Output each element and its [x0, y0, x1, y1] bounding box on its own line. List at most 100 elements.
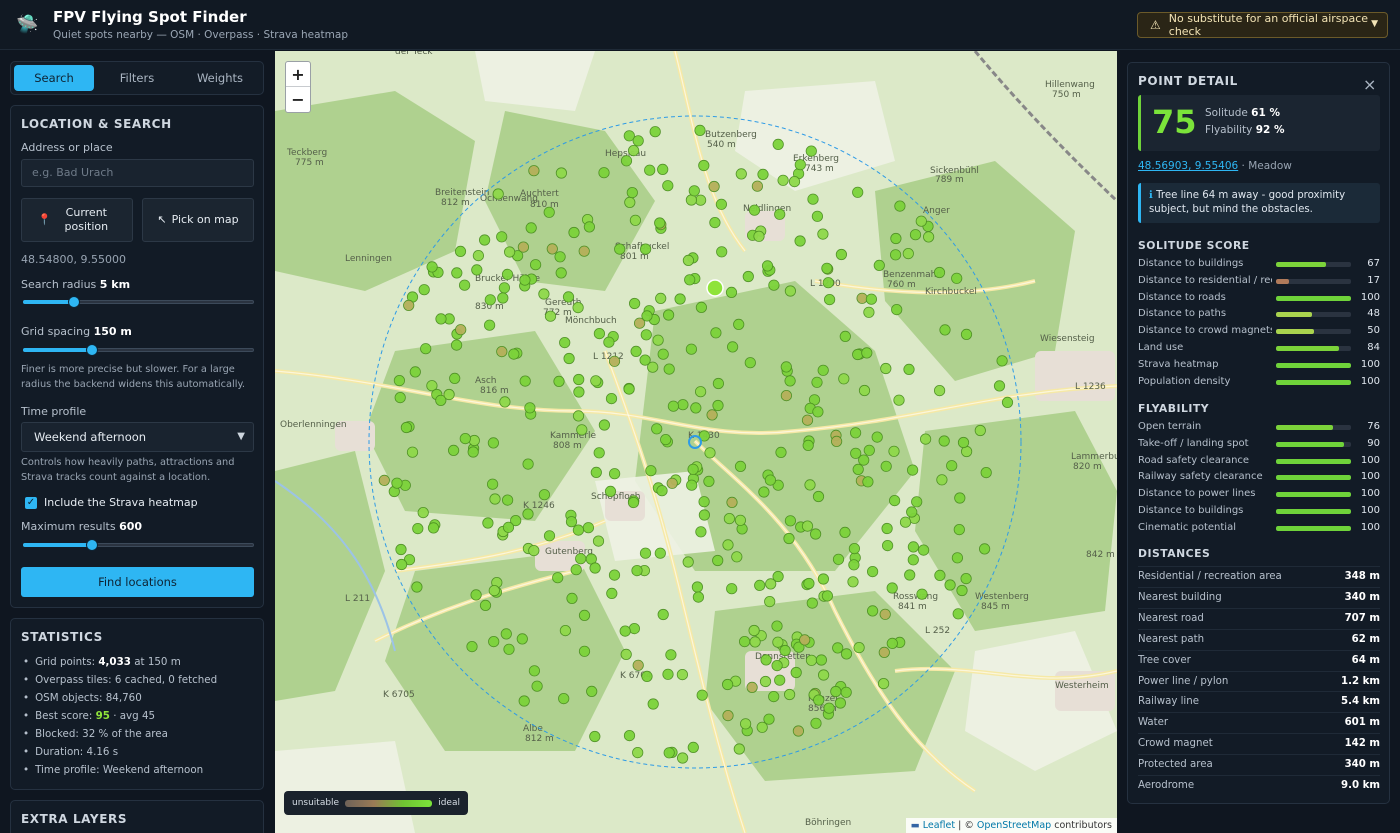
- spot-marker: [631, 564, 643, 577]
- radius-slider[interactable]: [23, 295, 254, 309]
- spot-marker: [632, 746, 644, 759]
- spot-marker: [823, 294, 836, 306]
- address-input[interactable]: e.g. Bad Urach: [21, 159, 254, 187]
- spot-marker: [412, 522, 424, 535]
- spot-marker: [559, 624, 571, 637]
- current-position-button[interactable]: 📍 Current position: [21, 198, 133, 242]
- spot-marker: [409, 366, 421, 378]
- svg-text:L 1236: L 1236: [1075, 382, 1106, 392]
- score-row-bar: [1276, 379, 1351, 385]
- spot-marker: [952, 608, 964, 620]
- spot-marker: [459, 432, 471, 445]
- max-results-label: Maximum results 600: [21, 520, 143, 533]
- info-icon: ℹ: [1149, 190, 1153, 201]
- extra-layers-panel[interactable]: EXTRA LAYERS: [10, 800, 264, 833]
- spot-marker: [856, 292, 868, 304]
- spot-marker: [726, 583, 738, 595]
- spot-marker: [640, 329, 652, 341]
- spot-marker: [848, 542, 861, 555]
- spot-marker: [838, 373, 850, 385]
- airspace-notice-dropdown[interactable]: ⚠ No substitute for an official airspace…: [1137, 12, 1388, 38]
- spot-marker: [628, 297, 641, 310]
- spot-marker: [848, 559, 860, 571]
- spot-marker: [806, 597, 818, 609]
- spot-marker: [889, 249, 902, 261]
- stat-best-score: Best score: 95 · avg 45: [23, 710, 155, 722]
- leaflet-link[interactable]: Leaflet: [923, 820, 955, 831]
- svg-text:Hillenwang: Hillenwang: [1045, 80, 1095, 90]
- spot-marker: [589, 562, 601, 574]
- spot-marker: [903, 363, 915, 375]
- find-locations-button[interactable]: Find locations: [21, 567, 254, 597]
- app-subtitle: Quiet spots nearby — OSM · Overpass · St…: [53, 29, 348, 41]
- spot-marker: [544, 310, 557, 322]
- spot-marker: [938, 435, 950, 447]
- distance-row-value: 340 m: [1344, 591, 1380, 603]
- stat-grid-points: Grid points: 4,033 at 150 m: [23, 656, 181, 668]
- map-canvas[interactable]: der TeckHepsisauButzenberg540 mErkenberg…: [275, 51, 1117, 833]
- svg-text:812 m: 812 m: [441, 198, 470, 208]
- tab-filters[interactable]: Filters: [97, 65, 177, 91]
- map-attribution: ▬ Leaflet | © OpenStreetMap contributors: [905, 818, 1117, 833]
- time-profile-select[interactable]: Weekend afternoon ▼: [21, 422, 254, 452]
- distance-row: Nearest path 62 m: [1138, 628, 1380, 650]
- spot-marker: [890, 232, 902, 245]
- distance-row: Protected area 340 m: [1138, 754, 1380, 775]
- extra-layers-title: EXTRA LAYERS: [21, 812, 128, 826]
- spot-marker: [698, 496, 710, 508]
- spot-marker: [589, 730, 601, 743]
- spot-marker: [771, 620, 783, 632]
- spot-marker: [794, 235, 806, 247]
- grid-slider[interactable]: [23, 343, 254, 357]
- spot-marker: [715, 198, 727, 210]
- distance-row: Water 601 m: [1138, 712, 1380, 733]
- zoom-in-button[interactable]: +: [286, 62, 310, 87]
- spot-marker: [632, 135, 644, 147]
- distance-row-name: Tree cover: [1138, 654, 1191, 666]
- spot-marker: [861, 347, 873, 359]
- score-row-name: Open terrain: [1138, 421, 1202, 432]
- spot-marker: [677, 399, 689, 411]
- spot-marker: [649, 126, 661, 138]
- svg-text:Kirchbuckel: Kirchbuckel: [925, 287, 977, 297]
- strava-checkbox[interactable]: ✓: [25, 497, 37, 509]
- spot-marker: [888, 494, 901, 507]
- spot-marker: [685, 194, 697, 206]
- svg-text:Westerheim: Westerheim: [1055, 681, 1109, 691]
- spot-marker: [528, 544, 540, 557]
- distance-row-name: Residential / recreation area: [1138, 571, 1282, 582]
- zoom-out-button[interactable]: −: [286, 87, 310, 112]
- distance-row-name: Protected area: [1138, 759, 1213, 771]
- max-results-slider[interactable]: [23, 538, 254, 552]
- svg-text:760 m: 760 m: [887, 280, 916, 290]
- spot-marker: [709, 217, 721, 229]
- airspace-notice-label: No substitute for an official airspace c…: [1168, 12, 1369, 38]
- osm-link[interactable]: OpenStreetMap: [977, 820, 1051, 831]
- spot-marker: [558, 692, 570, 705]
- spot-marker: [451, 267, 463, 279]
- tab-search[interactable]: Search: [14, 65, 94, 91]
- spot-marker: [788, 176, 801, 188]
- tab-weights[interactable]: Weights: [180, 65, 260, 91]
- spot-marker: [812, 406, 824, 418]
- spot-marker: [809, 528, 822, 540]
- svg-text:Rosswang: Rosswang: [893, 592, 938, 602]
- statistics-panel: STATISTICS Grid points: 4,033 at 150 m O…: [10, 618, 264, 790]
- spot-marker: [812, 490, 825, 503]
- spot-marker: [723, 512, 735, 525]
- close-icon[interactable]: ×: [1363, 75, 1376, 94]
- spot-marker: [853, 641, 865, 654]
- pick-on-map-button[interactable]: ↖ Pick on map: [142, 198, 254, 242]
- spot-marker: [980, 466, 992, 479]
- spot-marker: [563, 352, 575, 365]
- spot-marker: [630, 345, 642, 357]
- spot-marker: [894, 200, 906, 212]
- stat-overpass-tiles: Overpass tiles: 6 cached, 0 fetched: [23, 674, 217, 686]
- map-view[interactable]: der Teck Hepsisau Butzenberg 540 m Erkenberg…: [275, 51, 1117, 833]
- spot-marker: [525, 222, 537, 234]
- score-row-name: Strava heatmap: [1138, 358, 1219, 370]
- stat-osm-objects: OSM objects: 84,760: [23, 692, 142, 704]
- svg-text:der Teck: der Teck: [395, 51, 433, 57]
- spot-marker: [487, 478, 499, 490]
- coordinates-link[interactable]: 48.56903, 9.55406: [1138, 160, 1238, 172]
